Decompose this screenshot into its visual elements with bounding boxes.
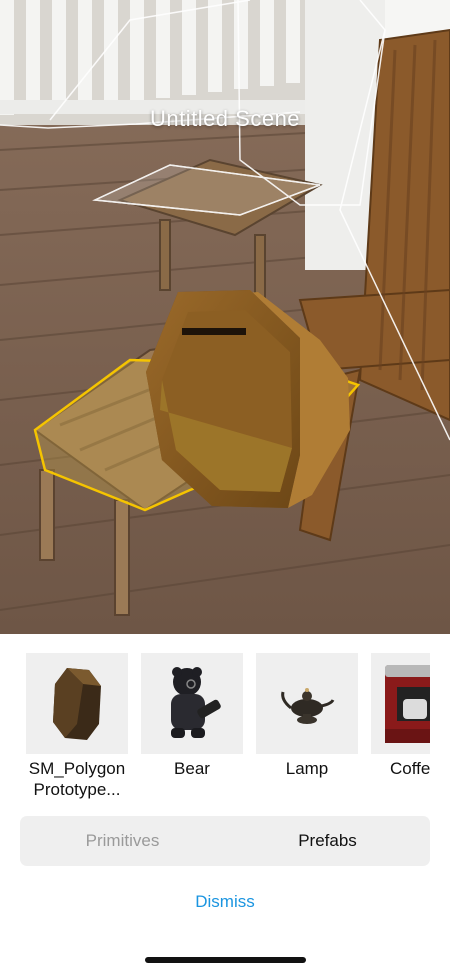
ar-scene-illustration <box>0 0 450 634</box>
prefab-item[interactable]: Coffeel r <box>371 653 430 779</box>
prefab-item[interactable]: SM_Polygon Prototype... <box>26 653 128 800</box>
octagon-model-icon <box>26 653 128 754</box>
scene-title: Untitled Scene <box>149 106 301 131</box>
prefab-carousel[interactable]: SM_Polygon Prototype... Bear Lamp Coffe <box>26 653 430 833</box>
coffee-machine-model-icon <box>371 653 430 754</box>
prefab-label: Lamp <box>285 759 329 778</box>
home-indicator <box>145 957 306 963</box>
tab-prefabs[interactable]: Prefabs <box>225 816 430 866</box>
prefab-item[interactable]: Lamp <box>256 653 358 779</box>
dismiss-button[interactable]: Dismiss <box>0 892 450 912</box>
segmented-control: Primitives Prefabs <box>20 816 430 866</box>
tab-primitives[interactable]: Primitives <box>20 816 225 866</box>
prefab-label: Bear <box>174 759 210 778</box>
prefab-item[interactable]: Bear <box>141 653 243 779</box>
prefab-label: Coffeel r <box>390 759 430 778</box>
oil-lamp-model-icon <box>256 653 358 754</box>
prefab-label: SM_Polygon Prototype... <box>28 759 126 799</box>
bear-model-icon <box>141 653 243 754</box>
ar-camera-view[interactable]: Untitled Scene <box>0 0 450 634</box>
prefab-picker-sheet: SM_Polygon Prototype... Bear Lamp Coffe … <box>0 634 450 974</box>
